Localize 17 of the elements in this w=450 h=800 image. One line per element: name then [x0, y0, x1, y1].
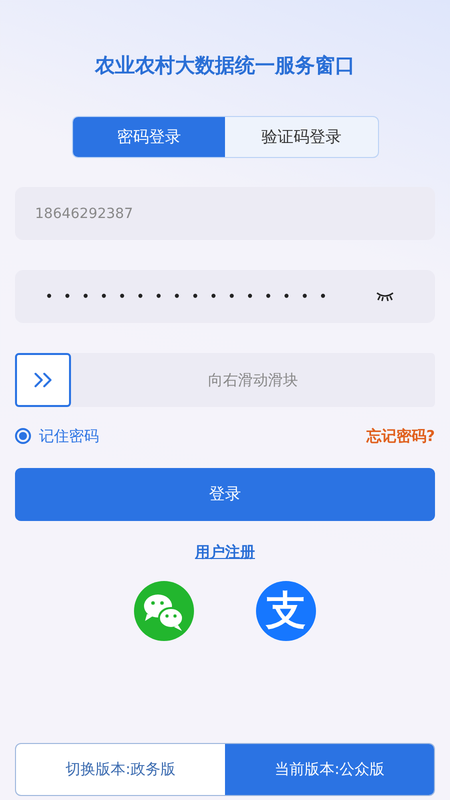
- forgot-password-link[interactable]: 忘记密码?: [366, 425, 435, 448]
- chat-bubbles-icon[interactable]: [134, 581, 194, 641]
- version-tab[interactable]: 切换版本:政务版: [16, 744, 225, 795]
- radio-button[interactable]: [15, 428, 31, 444]
- register-link[interactable]: 用户注册: [195, 540, 255, 563]
- slider-hint: 向右滑动滑块: [207, 370, 299, 391]
- login-button[interactable]: 登录: [15, 468, 435, 520]
- app-title: 农业农村大数据统一服务窗口: [95, 52, 355, 79]
- slider-handle[interactable]: [15, 353, 71, 407]
- login-tab[interactable]: 密码登录: [72, 117, 225, 157]
- password-field[interactable]: ••••••••••••••••: [15, 270, 435, 323]
- version-tab[interactable]: 当前版本:公众版: [225, 744, 434, 795]
- closed-eye-icon[interactable]: [375, 290, 395, 302]
- remember-label: 记住密码: [39, 426, 99, 447]
- payment-logo-button[interactable]: 支: [256, 581, 316, 641]
- login-tab[interactable]: 验证码登录: [225, 117, 378, 157]
- phone-field[interactable]: 18646292387: [15, 187, 435, 240]
